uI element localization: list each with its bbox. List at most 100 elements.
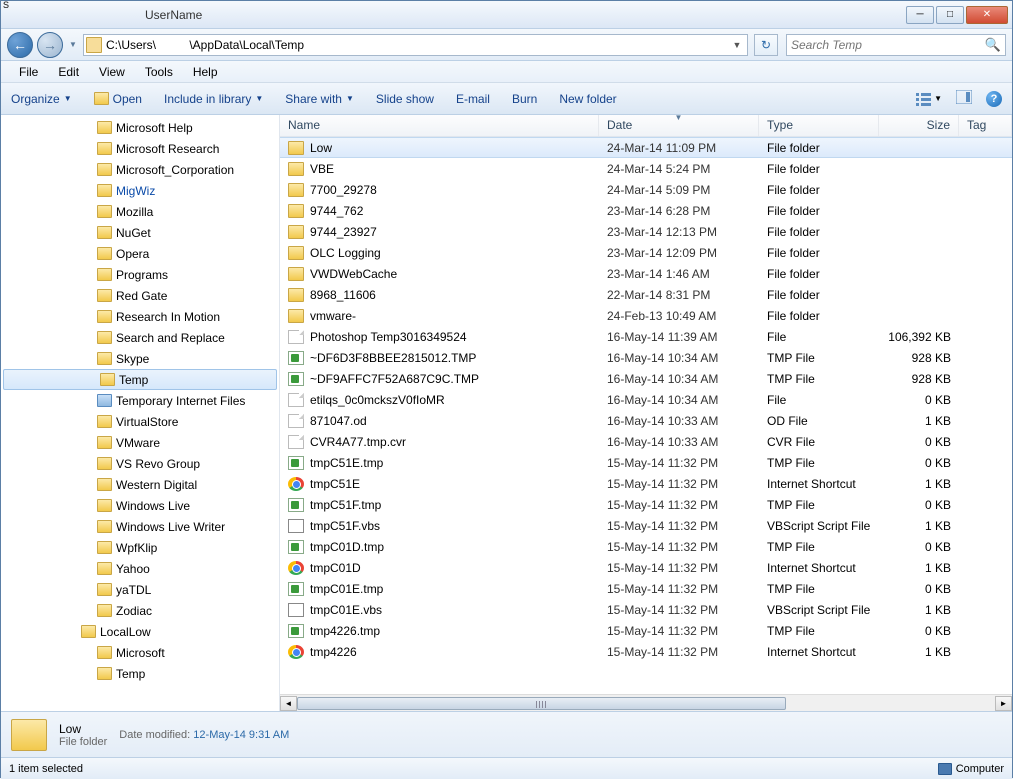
list-row[interactable]: tmp422615-May-14 11:32 PMInternet Shortc… [280,641,1012,662]
help-button[interactable]: ? [986,91,1002,107]
list-row[interactable]: ~DF9AFFC7F52A687C9C.TMP16-May-14 10:34 A… [280,368,1012,389]
list-row[interactable]: CVR4A77.tmp.cvr16-May-14 10:33 AMCVR Fil… [280,431,1012,452]
list-row[interactable]: tmpC01D15-May-14 11:32 PMInternet Shortc… [280,557,1012,578]
address-input[interactable] [106,38,729,52]
tree-item[interactable]: Microsoft Research [1,138,279,159]
list-row[interactable]: tmp4226.tmp15-May-14 11:32 PMTMP File0 K… [280,620,1012,641]
list-row[interactable]: 9744_2392723-Mar-14 12:13 PMFile folder [280,221,1012,242]
list-row[interactable]: tmpC01E.vbs15-May-14 11:32 PMVBScript Sc… [280,599,1012,620]
list-body[interactable]: Low24-Mar-14 11:09 PMFile folderVBE24-Ma… [280,137,1012,694]
file-type: VBScript Script File [759,519,879,533]
tree-item[interactable]: Microsoft Help [1,117,279,138]
newfolder-button[interactable]: New folder [559,92,616,106]
column-tag[interactable]: Tag [959,115,1012,136]
list-row[interactable]: Low24-Mar-14 11:09 PMFile folder [280,137,1012,158]
search-input[interactable] [791,38,985,52]
minimize-button[interactable]: ─ [906,6,934,24]
tree-item[interactable]: Zodiac [1,600,279,621]
list-row[interactable]: tmpC51E15-May-14 11:32 PMInternet Shortc… [280,473,1012,494]
tree-item[interactable]: Mozilla [1,201,279,222]
back-button[interactable]: ← [7,32,33,58]
folder-icon [288,162,304,176]
menu-file[interactable]: File [11,63,46,81]
column-date[interactable]: ▼Date [599,115,759,136]
status-left: 1 item selected [9,763,83,775]
tree-item[interactable]: Temp [3,369,277,390]
scroll-track[interactable] [297,696,995,711]
list-row[interactable]: tmpC51F.tmp15-May-14 11:32 PMTMP File0 K… [280,494,1012,515]
scroll-thumb[interactable] [297,697,786,710]
burn-button[interactable]: Burn [512,92,537,106]
tree-item[interactable]: Programs [1,264,279,285]
view-options-button[interactable]: ▼ [916,92,942,106]
list-row[interactable]: 9744_76223-Mar-14 6:28 PMFile folder [280,200,1012,221]
tree-item[interactable]: Research In Motion [1,306,279,327]
list-row[interactable]: ~DF6D3F8BBEE2815012.TMP16-May-14 10:34 A… [280,347,1012,368]
list-row[interactable]: etilqs_0c0mckszV0fIoMR16-May-14 10:34 AM… [280,389,1012,410]
share-button[interactable]: Share with▼ [285,92,354,106]
forward-button[interactable]: → [37,32,63,58]
tree-item[interactable]: VirtualStore [1,411,279,432]
list-row[interactable]: tmpC01E.tmp15-May-14 11:32 PMTMP File0 K… [280,578,1012,599]
tree-item[interactable]: Microsoft [1,642,279,663]
search-bar[interactable]: 🔍 [786,34,1006,56]
column-type[interactable]: Type [759,115,879,136]
address-dropdown[interactable]: ▼ [729,40,745,50]
preview-pane-button[interactable] [956,90,972,107]
list-row[interactable]: tmpC51F.vbs15-May-14 11:32 PMVBScript Sc… [280,515,1012,536]
maximize-button[interactable]: □ [936,6,964,24]
list-row[interactable]: tmpC51E.tmp15-May-14 11:32 PMTMP File0 K… [280,452,1012,473]
tree-item[interactable]: Windows Live Writer [1,516,279,537]
close-button[interactable]: ✕ [966,6,1008,24]
tree-item[interactable]: Search and Replace [1,327,279,348]
tree-item[interactable]: Temp [1,663,279,684]
include-library-button[interactable]: Include in library▼ [164,92,263,106]
file-name: etilqs_0c0mckszV0fIoMR [310,393,445,407]
list-row[interactable]: tmpC01D.tmp15-May-14 11:32 PMTMP File0 K… [280,536,1012,557]
address-bar[interactable]: ▼ [83,34,748,56]
list-row[interactable]: vmware-24-Feb-13 10:49 AMFile folder [280,305,1012,326]
tree-item[interactable]: NuGet [1,222,279,243]
tree-item[interactable]: WpfKlip [1,537,279,558]
menu-tools[interactable]: Tools [137,63,181,81]
scroll-right-arrow[interactable]: ► [995,696,1012,711]
email-button[interactable]: E-mail [456,92,490,106]
column-name[interactable]: Name [280,115,599,136]
list-row[interactable]: OLC Logging23-Mar-14 12:09 PMFile folder [280,242,1012,263]
tree-item[interactable]: Microsoft_Corporation [1,159,279,180]
menu-help[interactable]: Help [185,63,226,81]
tree-item[interactable]: LocalLow [1,621,279,642]
list-row[interactable]: 871047.od16-May-14 10:33 AMOD File1 KB [280,410,1012,431]
tree-item[interactable]: Red Gate [1,285,279,306]
tree-item[interactable]: Skype [1,348,279,369]
tree-pane[interactable]: Microsoft HelpMicrosoft Research Microsof… [1,115,280,711]
menu-edit[interactable]: Edit [50,63,87,81]
folder-icon [97,562,112,575]
tree-item[interactable]: MigWiz [1,180,279,201]
scroll-left-arrow[interactable]: ◄ [280,696,297,711]
refresh-button[interactable]: ↻ [754,34,778,56]
tree-item[interactable]: VS Revo Group [1,453,279,474]
file-date: 16-May-14 10:34 AM [599,351,759,365]
list-row[interactable]: VBE24-Mar-14 5:24 PMFile folder [280,158,1012,179]
tree-item[interactable]: Yahoo [1,558,279,579]
list-row[interactable]: 8968_1160622-Mar-14 8:31 PMFile folder [280,284,1012,305]
tree-item[interactable]: Opera [1,243,279,264]
slideshow-button[interactable]: Slide show [376,92,434,106]
column-size[interactable]: Size [879,115,959,136]
open-button[interactable]: Open [94,92,142,106]
tree-item[interactable]: Temporary Internet Files [1,390,279,411]
list-row[interactable]: Photoshop Temp301634952416-May-14 11:39 … [280,326,1012,347]
organize-button[interactable]: Organize▼ [11,92,72,106]
tree-item[interactable]: yaTDL [1,579,279,600]
tree-item[interactable]: VMware [1,432,279,453]
tree-item[interactable]: Western Digital [1,474,279,495]
horizontal-scrollbar[interactable]: ◄ ► [280,694,1012,711]
history-dropdown[interactable]: ▼ [67,34,79,56]
tree-item[interactable]: Windows Live [1,495,279,516]
menu-view[interactable]: View [91,63,133,81]
list-row[interactable]: 7700_2927824-Mar-14 5:09 PMFile folder [280,179,1012,200]
file-date: 15-May-14 11:32 PM [599,603,759,617]
list-row[interactable]: VWDWebCache23-Mar-14 1:46 AMFile folder [280,263,1012,284]
tree-item-label: Microsoft_Corporation [116,163,234,177]
